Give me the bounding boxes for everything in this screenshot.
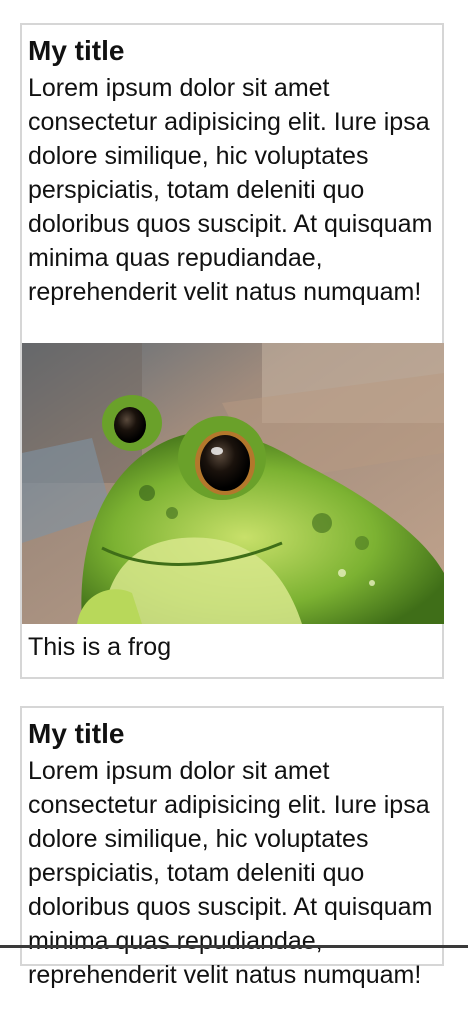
card-title: My title [28, 35, 125, 66]
card: My title Lorem ipsum dolor sit amet cons… [20, 706, 444, 989]
card-body-text: Lorem ipsum dolor sit amet consectetur a… [28, 74, 433, 306]
frog-image [22, 343, 444, 624]
card-title: My title [28, 718, 125, 749]
image-caption: This is a frog [28, 633, 172, 661]
card-body-text: Lorem ipsum dolor sit amet consectetur a… [28, 757, 433, 989]
card: My title Lorem ipsum dolor sit amet cons… [20, 23, 444, 679]
